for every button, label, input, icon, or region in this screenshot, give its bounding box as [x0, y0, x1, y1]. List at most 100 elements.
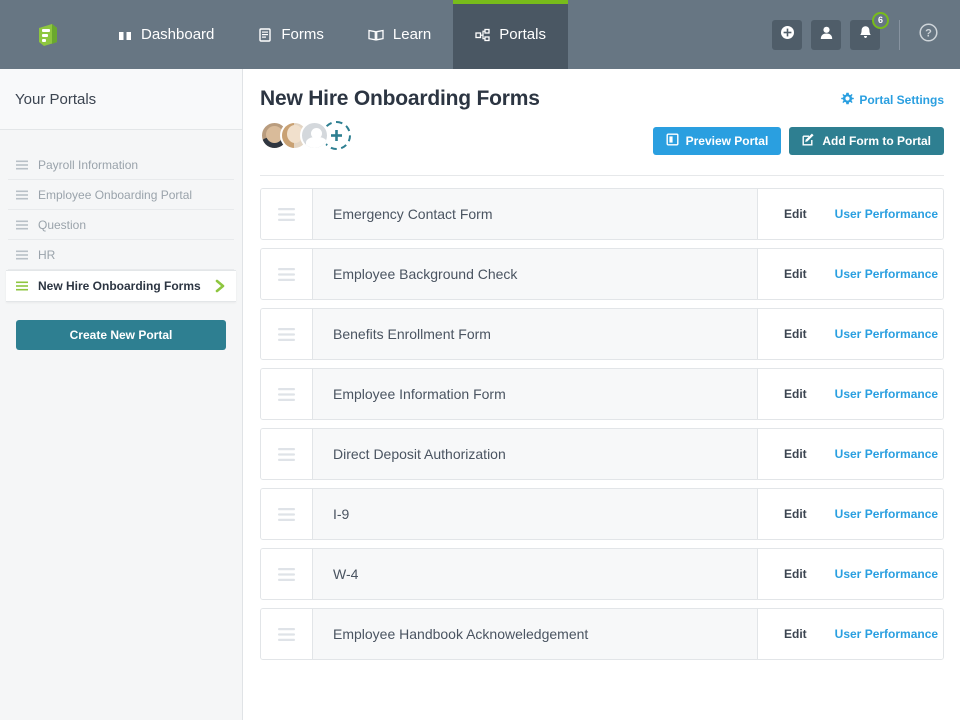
edit-link[interactable]: Edit [772, 207, 807, 221]
nav-item-learn[interactable]: Learn [346, 0, 453, 69]
portal-list: Payroll Information Employee Onboarding … [0, 130, 242, 302]
drag-handle[interactable] [261, 309, 313, 359]
form-row[interactable]: I-9 Edit User Performance [260, 488, 944, 540]
row-actions: Edit User Performance [757, 369, 943, 419]
nav-item-label: Learn [392, 26, 432, 43]
portal-header: New Hire Onboarding Forms Portal Setting… [260, 87, 944, 175]
drag-handle[interactable] [261, 549, 313, 599]
sidebar-item-payroll-information[interactable]: Payroll Information [8, 150, 234, 180]
edit-link[interactable]: Edit [772, 567, 807, 581]
portal-forms-list: Emergency Contact Form Edit User Perform… [260, 188, 944, 660]
user-icon [819, 25, 834, 45]
nav-actions: 6 ? [772, 0, 960, 69]
form-row[interactable]: Employee Information Form Edit User Perf… [260, 368, 944, 420]
portal-settings-label: Portal Settings [859, 93, 944, 107]
user-performance-link[interactable]: User Performance [835, 327, 938, 341]
sitemap-icon [475, 28, 490, 42]
drag-handle[interactable] [261, 489, 313, 539]
nav-item-label: Dashboard [141, 26, 215, 43]
notifications-button[interactable]: 6 [850, 11, 889, 50]
create-new-button[interactable] [772, 19, 802, 50]
row-actions: Edit User Performance [757, 489, 943, 539]
drag-handle[interactable] [261, 189, 313, 239]
form-row[interactable]: Direct Deposit Authorization Edit User P… [260, 428, 944, 480]
sidebar-item-question[interactable]: Question [8, 210, 234, 240]
form-name: Employee Background Check [333, 266, 518, 282]
user-performance-link[interactable]: User Performance [835, 387, 938, 401]
drag-handle-icon [278, 267, 295, 281]
form-name: Benefits Enrollment Form [333, 326, 491, 342]
sidebar-item-label: Payroll Information [38, 157, 139, 172]
app-root: Dashboard Forms Learn Portals 6 ? Your P… [0, 0, 960, 720]
create-new-portal-button[interactable]: Create New Portal [16, 320, 226, 350]
edit-link[interactable]: Edit [772, 627, 807, 641]
plus-icon [331, 130, 342, 141]
user-performance-link[interactable]: User Performance [835, 627, 938, 641]
user-performance-link[interactable]: User Performance [835, 507, 938, 521]
preview-portal-label: Preview Portal [685, 134, 769, 148]
sidebar-item-new-hire-onboarding-forms[interactable]: New Hire Onboarding Forms [6, 270, 236, 302]
sidebar-item-hr[interactable]: HR [8, 240, 234, 270]
nav-item-dashboard[interactable]: Dashboard [96, 0, 236, 69]
account-button[interactable] [811, 19, 841, 50]
dashboard-icon [118, 28, 132, 42]
edit-link[interactable]: Edit [772, 387, 807, 401]
jotform-logo-button[interactable] [0, 0, 96, 69]
form-row[interactable]: W-4 Edit User Performance [260, 548, 944, 600]
form-name: Direct Deposit Authorization [333, 446, 506, 462]
row-actions: Edit User Performance [757, 549, 943, 599]
user-performance-link[interactable]: User Performance [835, 267, 938, 281]
sidebar-item-label: Question [38, 217, 87, 232]
drag-handle[interactable] [261, 369, 313, 419]
help-circle-icon: ? [919, 22, 938, 47]
edit-link[interactable]: Edit [772, 507, 807, 521]
nav-divider [899, 19, 900, 50]
drag-handle[interactable] [261, 249, 313, 299]
form-row[interactable]: Employee Handbook Acknoweledgement Edit … [260, 608, 944, 660]
edit-link[interactable]: Edit [772, 447, 807, 461]
portal-settings-link[interactable]: Portal Settings [841, 92, 944, 108]
form-name: Employee Information Form [333, 386, 506, 402]
form-row[interactable]: Emergency Contact Form Edit User Perform… [260, 188, 944, 240]
sidebar-header: Your Portals [0, 69, 242, 130]
nav-item-portals[interactable]: Portals [453, 0, 568, 69]
preview-icon [666, 133, 679, 149]
sidebar: Your Portals Payroll Information Employe… [0, 69, 243, 720]
sidebar-item-label: HR [38, 247, 56, 262]
drag-handle[interactable] [261, 609, 313, 659]
jotform-logo-icon [35, 22, 61, 48]
row-actions: Edit User Performance [757, 189, 943, 239]
svg-text:?: ? [925, 27, 932, 39]
form-row[interactable]: Employee Background Check Edit User Perf… [260, 248, 944, 300]
main-nav-items: Dashboard Forms Learn Portals [96, 0, 568, 69]
user-performance-link[interactable]: User Performance [835, 207, 938, 221]
bell-icon [858, 25, 873, 45]
top-navigation-bar: Dashboard Forms Learn Portals 6 ? [0, 0, 960, 69]
sidebar-item-employee-onboarding-portal[interactable]: Employee Onboarding Portal [8, 180, 234, 210]
row-actions: Edit User Performance [757, 429, 943, 479]
nav-item-label: Forms [281, 26, 324, 43]
form-row[interactable]: Benefits Enrollment Form Edit User Perfo… [260, 308, 944, 360]
book-icon [368, 28, 384, 42]
edit-link[interactable]: Edit [772, 267, 807, 281]
preview-portal-button[interactable]: Preview Portal [652, 127, 782, 155]
avatar[interactable] [300, 121, 329, 150]
list-icon [16, 281, 28, 291]
sidebar-item-label: New Hire Onboarding Forms [38, 279, 201, 293]
gear-icon [841, 92, 855, 108]
drag-handle-icon [278, 327, 295, 341]
edit-square-icon [802, 133, 815, 149]
user-performance-link[interactable]: User Performance [835, 567, 938, 581]
row-actions: Edit User Performance [757, 609, 943, 659]
drag-handle[interactable] [261, 429, 313, 479]
add-form-to-portal-button[interactable]: Add Form to Portal [789, 127, 944, 155]
form-name: W-4 [333, 566, 359, 582]
nav-item-label: Portals [499, 26, 546, 43]
nav-item-forms[interactable]: Forms [236, 0, 346, 69]
help-button[interactable]: ? [919, 22, 938, 47]
add-form-to-portal-label: Add Form to Portal [822, 134, 931, 148]
forms-icon [258, 27, 272, 42]
user-performance-link[interactable]: User Performance [835, 447, 938, 461]
plus-circle-icon [780, 25, 795, 45]
edit-link[interactable]: Edit [772, 327, 807, 341]
